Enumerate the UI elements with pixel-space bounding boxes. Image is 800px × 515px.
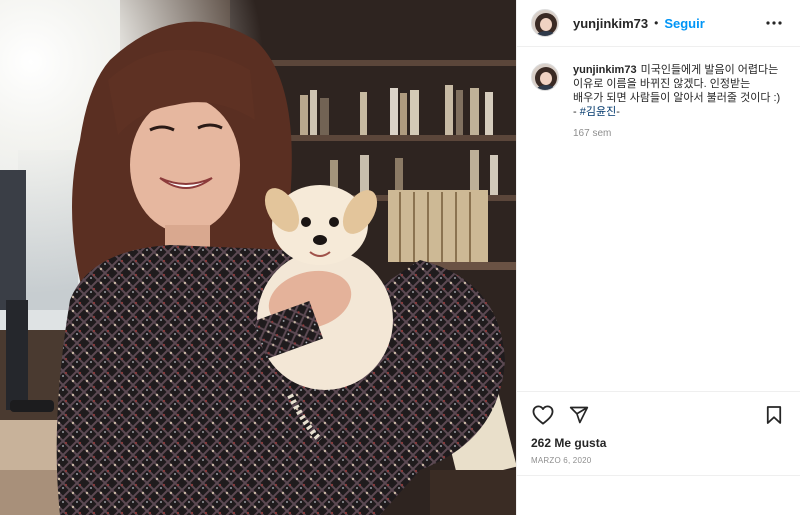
caption-username[interactable]: yunjinkim73: [573, 64, 637, 76]
actions-area: 262 Me gusta MARZO 6, 2020: [517, 391, 800, 475]
caption-hashtag[interactable]: #김윤진: [580, 106, 616, 118]
post-date: MARZO 6, 2020: [531, 456, 592, 465]
likes-count[interactable]: 262 Me gusta: [531, 436, 786, 450]
caption-avatar[interactable]: [531, 63, 559, 91]
instagram-post: yunjinkim73 • Seguir yunjinkim73 미국인들에게 발…: [0, 0, 800, 515]
send-icon[interactable]: [567, 403, 591, 427]
bookmark-icon[interactable]: [762, 403, 786, 427]
caption-text-block: yunjinkim73 미국인들에게 발음이 어렵다는 이유로 이름을 바뀌진 않…: [573, 63, 783, 119]
post-photo[interactable]: [0, 0, 516, 515]
post-header: yunjinkim73 • Seguir: [517, 0, 800, 47]
comments-section: yunjinkim73 미국인들에게 발음이 어렵다는 이유로 이름을 바뀌진 않…: [517, 47, 800, 391]
caption-time[interactable]: 167 sem: [573, 128, 783, 139]
caption-trailing: -: [616, 106, 620, 118]
post-side-panel: yunjinkim73 • Seguir yunjinkim73 미국인들에게 발…: [516, 0, 800, 515]
header-username[interactable]: yunjinkim73: [573, 16, 648, 31]
header-separator: •: [654, 16, 659, 30]
photo-illustration: [0, 0, 516, 515]
follow-button[interactable]: Seguir: [664, 16, 704, 31]
caption: yunjinkim73 미국인들에게 발음이 어렵다는 이유로 이름을 바뀌진 않…: [531, 63, 786, 139]
comment-input-area: [517, 475, 800, 515]
more-horizontal-icon[interactable]: [762, 11, 786, 35]
avatar[interactable]: [531, 9, 559, 37]
caption-body: yunjinkim73 미국인들에게 발음이 어렵다는 이유로 이름을 바뀌진 않…: [573, 63, 783, 139]
heart-icon[interactable]: [531, 403, 555, 427]
action-icons: [531, 402, 786, 428]
